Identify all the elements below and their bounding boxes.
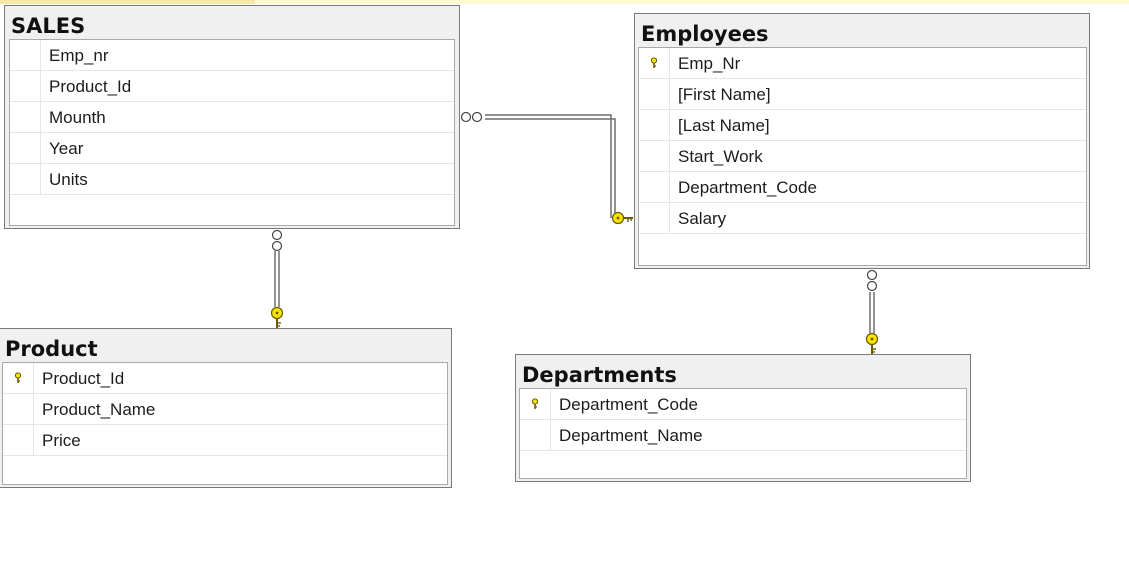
infinity-icon bbox=[271, 229, 283, 252]
infinity-icon bbox=[866, 269, 878, 292]
key-icon bbox=[865, 332, 879, 354]
key-icon bbox=[270, 306, 284, 328]
relationship-connectors bbox=[270, 111, 879, 354]
relationship-line-sales-product[interactable] bbox=[274, 251, 280, 307]
key-icon bbox=[611, 211, 633, 225]
relationship-line-employees-departments[interactable] bbox=[869, 292, 875, 334]
infinity-icon bbox=[460, 111, 483, 123]
relationship-line-sales-employees[interactable] bbox=[485, 114, 616, 218]
